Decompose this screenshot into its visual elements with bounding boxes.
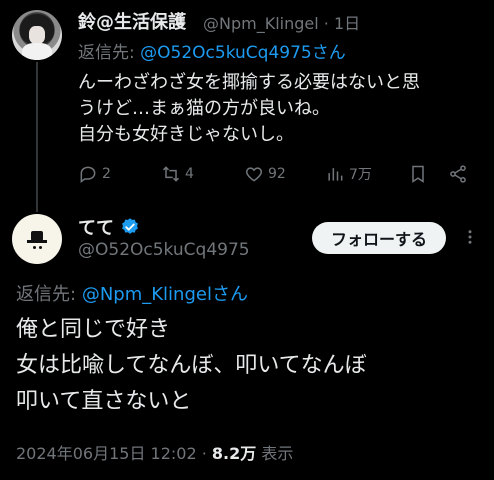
reply-to-link[interactable]: @O52Oc5kuCq4975さん: [140, 43, 346, 63]
repost-count: 4: [185, 166, 194, 182]
reply-context: 返信先: @O52Oc5kuCq4975さん: [78, 38, 346, 63]
follow-button[interactable]: フォローする: [312, 222, 446, 254]
tweet-text-line: うけど…まぁ猫の方が良いね。: [78, 98, 330, 119]
author-handle[interactable]: @Npm_Klingel: [203, 14, 319, 33]
tweet-text-line: 女は比喩してなんぼ、叩いてなんぼ: [16, 353, 367, 378]
tweet-time[interactable]: 1日: [334, 14, 360, 33]
tweet-text-line: 自分も女好きじゃないし。: [78, 124, 294, 145]
author-handle[interactable]: @O52Oc5kuCq4975: [78, 240, 250, 260]
tweet-text: んーわざわざ女を揶揄する必要はないと思 うけど…まぁ猫の方が良いね。 自分も女好…: [78, 70, 483, 148]
footer-separator: ·: [201, 444, 207, 463]
bookmark-icon: [412, 165, 424, 183]
tweet-text-line: んーわざわざ女を揶揄する必要はないと思: [78, 72, 420, 93]
author-name-row: てて: [78, 214, 140, 240]
views-label: 表示: [261, 444, 294, 463]
repost-icon: [162, 166, 180, 182]
author-display-name[interactable]: 鈴@生活保護: [78, 8, 186, 34]
repost-button[interactable]: 4: [161, 164, 194, 184]
bar-chart-icon: [328, 168, 343, 181]
share-button[interactable]: [448, 164, 468, 184]
reply-prefix: 返信先:: [16, 284, 77, 305]
views-count: 8.2万: [211, 444, 257, 463]
tweet-meta: @Npm_Klingel · 1日: [203, 10, 360, 34]
tweet-text: 俺と同じで好き 女は比喩してなんぼ、叩いてなんぼ 叩いて直さないと: [16, 312, 367, 420]
reply-button[interactable]: 2: [78, 164, 111, 184]
heart-icon: [245, 167, 263, 182]
share-icon: [450, 165, 466, 183]
verified-badge-icon: [122, 218, 138, 234]
like-count: 92: [268, 166, 286, 182]
tweet-actions: 2 4 92 7万: [78, 164, 478, 190]
avatar[interactable]: [12, 10, 62, 60]
view-count: 7万: [349, 167, 372, 183]
tweet-text-line: 俺と同じで好き: [16, 317, 171, 342]
reply-to-link[interactable]: @Npm_Klingelさん: [82, 284, 248, 305]
more-options-button[interactable]: [458, 225, 482, 249]
author-display-name[interactable]: てて: [78, 214, 114, 240]
reply-count: 2: [102, 166, 111, 182]
thread-connector-line: [36, 62, 38, 212]
tweet-footer: 2024年06月15日 12:02 · 8.2万 表示: [16, 440, 293, 464]
reply-prefix: 返信先:: [78, 43, 135, 63]
avatar[interactable]: [12, 214, 62, 264]
tweet-text-line: 叩いて直さないと: [16, 389, 192, 414]
meta-separator: ·: [323, 14, 329, 33]
reply-icon: [80, 166, 96, 183]
reply-context: 返信先: @Npm_Klingelさん: [16, 280, 248, 306]
bookmark-button[interactable]: [408, 164, 428, 184]
views-button[interactable]: 7万: [325, 164, 372, 184]
tweet-timestamp[interactable]: 2024年06月15日 12:02: [16, 444, 197, 463]
more-icon: [468, 230, 472, 244]
like-button[interactable]: 92: [244, 164, 286, 184]
